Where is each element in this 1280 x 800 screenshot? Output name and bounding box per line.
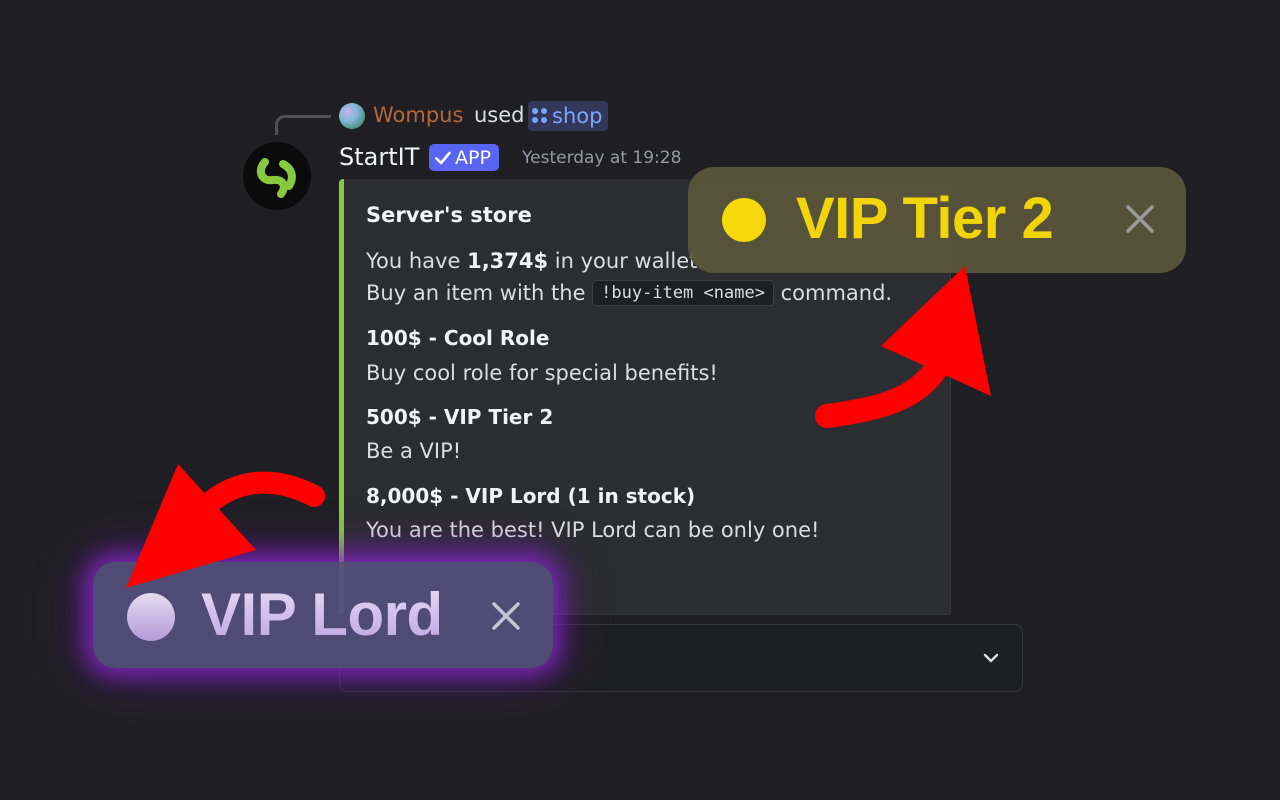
verified-check-icon [435, 151, 451, 164]
command-name: shop [552, 104, 603, 128]
wallet-suffix: in your wallet. [548, 249, 705, 273]
buy-prefix: Buy an item with the [366, 281, 593, 305]
embed-title: Server's store [366, 203, 532, 227]
chevron-down-icon [983, 653, 999, 663]
store-item-name: 100$ - Cool Role [366, 326, 550, 350]
store-item-name: 8,000$ - VIP Lord (1 in stock) [366, 484, 696, 508]
reply-user-avatar[interactable] [339, 103, 365, 129]
role-color-dot [722, 198, 766, 242]
slash-command-icon [532, 108, 548, 124]
wallet-line: You have 1,374$ in your wallet. [366, 249, 704, 273]
store-item-description: You are the best! VIP Lord can be only o… [366, 518, 820, 542]
reply-used-text: used [474, 103, 525, 127]
wallet-prefix: You have [366, 249, 468, 273]
role-color-dot [127, 593, 175, 641]
close-icon[interactable] [491, 601, 521, 631]
vip-lord-label: VIP Lord [201, 581, 443, 648]
reply-username[interactable]: Wompus [373, 103, 463, 127]
bot-username[interactable]: StartIT [339, 143, 419, 171]
red-arrow-annotation-icon [126, 464, 325, 588]
red-arrow-annotation-icon [815, 266, 991, 428]
bot-avatar[interactable] [243, 142, 311, 210]
store-item-name: 500$ - VIP Tier 2 [366, 405, 554, 429]
wallet-amount: 1,374$ [467, 249, 549, 273]
command-mention[interactable]: shop [528, 101, 609, 131]
app-badge: APP [429, 144, 499, 171]
buy-instruction-line: Buy an item with the !buy-item <name> co… [366, 280, 892, 306]
reply-connector-line [275, 115, 331, 135]
vip-tier2-label: VIP Tier 2 [796, 186, 1054, 251]
message-timestamp[interactable]: Yesterday at 19:28 [522, 148, 681, 168]
app-badge-label: APP [455, 146, 491, 169]
store-item-description: Be a VIP! [366, 439, 462, 463]
buy-command-code: !buy-item <name> [592, 280, 774, 306]
store-item-description: Buy cool role for special benefits! [366, 361, 718, 385]
startit-logo-icon [256, 158, 296, 198]
close-icon[interactable] [1125, 204, 1155, 234]
